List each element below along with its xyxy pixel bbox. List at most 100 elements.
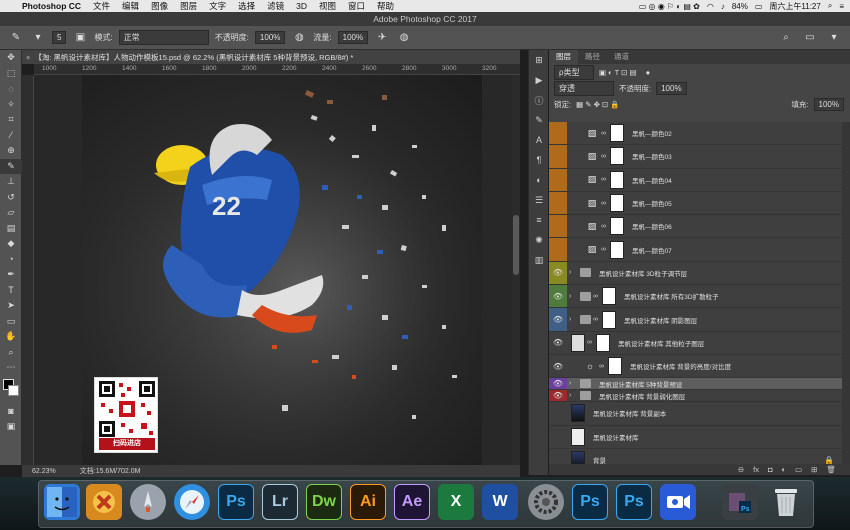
layer-name[interactable]: 黑帆设计素材库 所有3D扩散粒子 bbox=[624, 291, 719, 301]
layer-mask-thumbnail[interactable] bbox=[610, 170, 624, 189]
chevron-right-icon[interactable]: › bbox=[569, 392, 576, 399]
screen-recorder-icon[interactable] bbox=[660, 484, 696, 520]
adjustments-icon[interactable]: ◐ bbox=[529, 170, 549, 190]
link-icon[interactable]: ∞ bbox=[599, 363, 605, 370]
safari-icon[interactable] bbox=[174, 484, 210, 520]
styles-icon[interactable]: ✺ bbox=[529, 230, 549, 250]
zoom-tool-icon[interactable]: ⌕ bbox=[0, 345, 22, 361]
layer-name[interactable]: 黑帆设计素材库 阴影图层 bbox=[624, 315, 697, 325]
chevron-right-icon[interactable]: › bbox=[569, 293, 576, 300]
link-icon[interactable]: ∞ bbox=[593, 316, 599, 323]
visibility-toggle[interactable] bbox=[549, 122, 567, 144]
layer-name[interactable]: 黑帆设计素材库 背景的亮度/对比度 bbox=[630, 361, 731, 371]
link-icon[interactable]: ∞ bbox=[601, 130, 607, 137]
menu-image[interactable]: 图像 bbox=[151, 0, 168, 12]
brush-size-preset[interactable]: 5 bbox=[52, 31, 67, 44]
link-icon[interactable]: ∞ bbox=[601, 176, 607, 183]
illustrator-icon[interactable]: Ai bbox=[350, 484, 386, 520]
doc-size[interactable]: 文档:15.6M/702.0M bbox=[80, 466, 141, 476]
clock[interactable]: 周六上午11:27 bbox=[769, 1, 820, 12]
layer-row[interactable]: ▨ ∞ 黑帆—颜色07 bbox=[549, 238, 842, 262]
layer-mask-thumbnail[interactable] bbox=[610, 124, 624, 143]
menu-type[interactable]: 文字 bbox=[209, 0, 226, 12]
battery-percent[interactable]: 84% bbox=[732, 2, 748, 11]
layer-row[interactable]: ▨ ∞ 黑帆—颜色04 bbox=[549, 168, 842, 192]
menu-edit[interactable]: 编辑 bbox=[122, 0, 139, 12]
link-icon[interactable]: ∞ bbox=[601, 153, 607, 160]
history-icon[interactable]: ⊞ bbox=[529, 50, 549, 70]
chevron-right-icon[interactable]: › bbox=[569, 316, 576, 323]
layer-name[interactable]: 黑帆—颜色04 bbox=[632, 175, 672, 185]
layer-row[interactable]: 黑帆设计素材库 bbox=[549, 426, 842, 449]
move-tool-icon[interactable]: ✥ bbox=[0, 50, 22, 66]
layer-name[interactable]: 黑帆—颜色06 bbox=[632, 221, 672, 231]
layer-mask-thumbnail[interactable] bbox=[610, 194, 624, 213]
visibility-toggle[interactable] bbox=[549, 426, 567, 448]
fill-field[interactable]: 100% bbox=[813, 97, 844, 111]
eyedropper-tool-icon[interactable]: ⁄ bbox=[0, 128, 22, 144]
dodge-tool-icon[interactable]: ◔ bbox=[0, 252, 22, 268]
photoshop-icon-3[interactable]: Ps bbox=[616, 484, 652, 520]
layer-group-row[interactable]: 👁 › ∞ 黑帆设计素材库 所有3D扩散粒子 bbox=[549, 285, 842, 309]
layer-name[interactable]: 黑帆设计素材库 5种背景预设 bbox=[599, 379, 682, 389]
link-icon[interactable]: ∞ bbox=[601, 200, 607, 207]
background-color[interactable] bbox=[8, 384, 19, 396]
crop-tool-icon[interactable]: ⌗ bbox=[0, 112, 22, 128]
scrollbar-thumb[interactable] bbox=[513, 215, 519, 275]
menu-filter[interactable]: 滤镜 bbox=[267, 0, 284, 12]
healing-brush-tool-icon[interactable]: ⊕ bbox=[0, 143, 22, 159]
link-icon[interactable]: ∞ bbox=[587, 339, 593, 346]
canvas-scrollbar[interactable] bbox=[512, 75, 520, 465]
layer-group-row[interactable]: 👁 › ∞ 黑帆设计素材库 阴影图层 bbox=[549, 308, 842, 332]
hand-tool-icon[interactable]: ✋ bbox=[0, 329, 22, 345]
eraser-tool-icon[interactable]: ▱ bbox=[0, 205, 22, 221]
close-icon[interactable]: × bbox=[26, 53, 30, 62]
adjustment-layer-icon[interactable]: ◐ bbox=[782, 465, 787, 474]
path-select-tool-icon[interactable]: ➤ bbox=[0, 298, 22, 314]
layer-row[interactable]: 👁 ∞ 黑帆设计素材库 其他粒子图层 bbox=[549, 332, 842, 355]
photoshop-document-icon[interactable]: Ps bbox=[722, 484, 758, 520]
finder-icon[interactable] bbox=[44, 484, 80, 520]
filter-icons[interactable]: ▣ ◐ T ⊡ ▤ bbox=[599, 68, 637, 77]
menu-3d[interactable]: 3D bbox=[296, 1, 307, 11]
layer-filter-select[interactable]: ρ类型 bbox=[554, 64, 594, 80]
layer-name[interactable]: 黑帆设计素材库 背景弱化图层 bbox=[599, 391, 685, 401]
layers-scrollbar[interactable] bbox=[842, 122, 850, 464]
more-tools-icon[interactable]: ⋯ bbox=[0, 360, 22, 376]
eye-icon[interactable]: 👁 bbox=[549, 390, 567, 401]
gradient-tool-icon[interactable]: ▤ bbox=[0, 221, 22, 237]
layer-row[interactable]: ▨ ∞ 黑帆—颜色05 bbox=[549, 191, 842, 216]
pressure-size-icon[interactable]: ◍ bbox=[396, 31, 412, 45]
menu-layer[interactable]: 图层 bbox=[180, 0, 197, 12]
visibility-toggle[interactable] bbox=[549, 238, 567, 260]
fx-icon[interactable]: fx bbox=[753, 465, 759, 474]
layer-mask-thumbnail[interactable] bbox=[610, 240, 624, 259]
visibility-toggle[interactable] bbox=[549, 402, 567, 424]
document-canvas[interactable]: 22 扫码进店 bbox=[82, 75, 482, 465]
launchpad-icon[interactable] bbox=[130, 484, 166, 520]
play-icon[interactable]: ▶ bbox=[529, 70, 549, 90]
mode-select[interactable]: 正常 bbox=[118, 30, 209, 45]
layer-name[interactable]: 黑帆设计素材库 背景副本 bbox=[593, 408, 666, 418]
filter-toggle-icon[interactable]: ● bbox=[646, 68, 651, 77]
eye-icon[interactable]: 👁 bbox=[549, 332, 567, 354]
eye-icon[interactable]: 👁 bbox=[549, 308, 567, 330]
eye-icon[interactable]: 👁 bbox=[549, 378, 567, 389]
layer-group-row[interactable]: 👁 › 黑帆设计素材库 背景弱化图层 bbox=[549, 390, 842, 403]
lightroom-icon[interactable]: Lr bbox=[262, 484, 298, 520]
chevron-right-icon[interactable]: › bbox=[569, 380, 576, 387]
layer-row[interactable]: ▨ ∞ 黑帆—颜色06 bbox=[549, 215, 842, 239]
zoom-level[interactable]: 62.23% bbox=[32, 468, 56, 475]
tab-layers[interactable]: 图层 bbox=[549, 50, 578, 64]
brush-tool-icon[interactable]: ✎ bbox=[0, 158, 22, 174]
layer-name[interactable]: 黑帆—颜色05 bbox=[632, 198, 672, 208]
chevron-down-icon[interactable]: ▾ bbox=[30, 31, 46, 45]
visibility-toggle[interactable] bbox=[549, 169, 567, 191]
menu-window[interactable]: 窗口 bbox=[348, 0, 365, 12]
lock-icons[interactable]: ▦ ✎ ✥ ⊡ 🔒 bbox=[576, 100, 620, 109]
visibility-toggle[interactable] bbox=[549, 192, 567, 214]
layer-thumbnail[interactable] bbox=[571, 333, 585, 352]
layer-mask-thumbnail[interactable] bbox=[596, 333, 610, 352]
brush-presets-icon[interactable]: ✎ bbox=[529, 110, 549, 130]
info-icon[interactable]: ⓘ bbox=[529, 90, 549, 110]
